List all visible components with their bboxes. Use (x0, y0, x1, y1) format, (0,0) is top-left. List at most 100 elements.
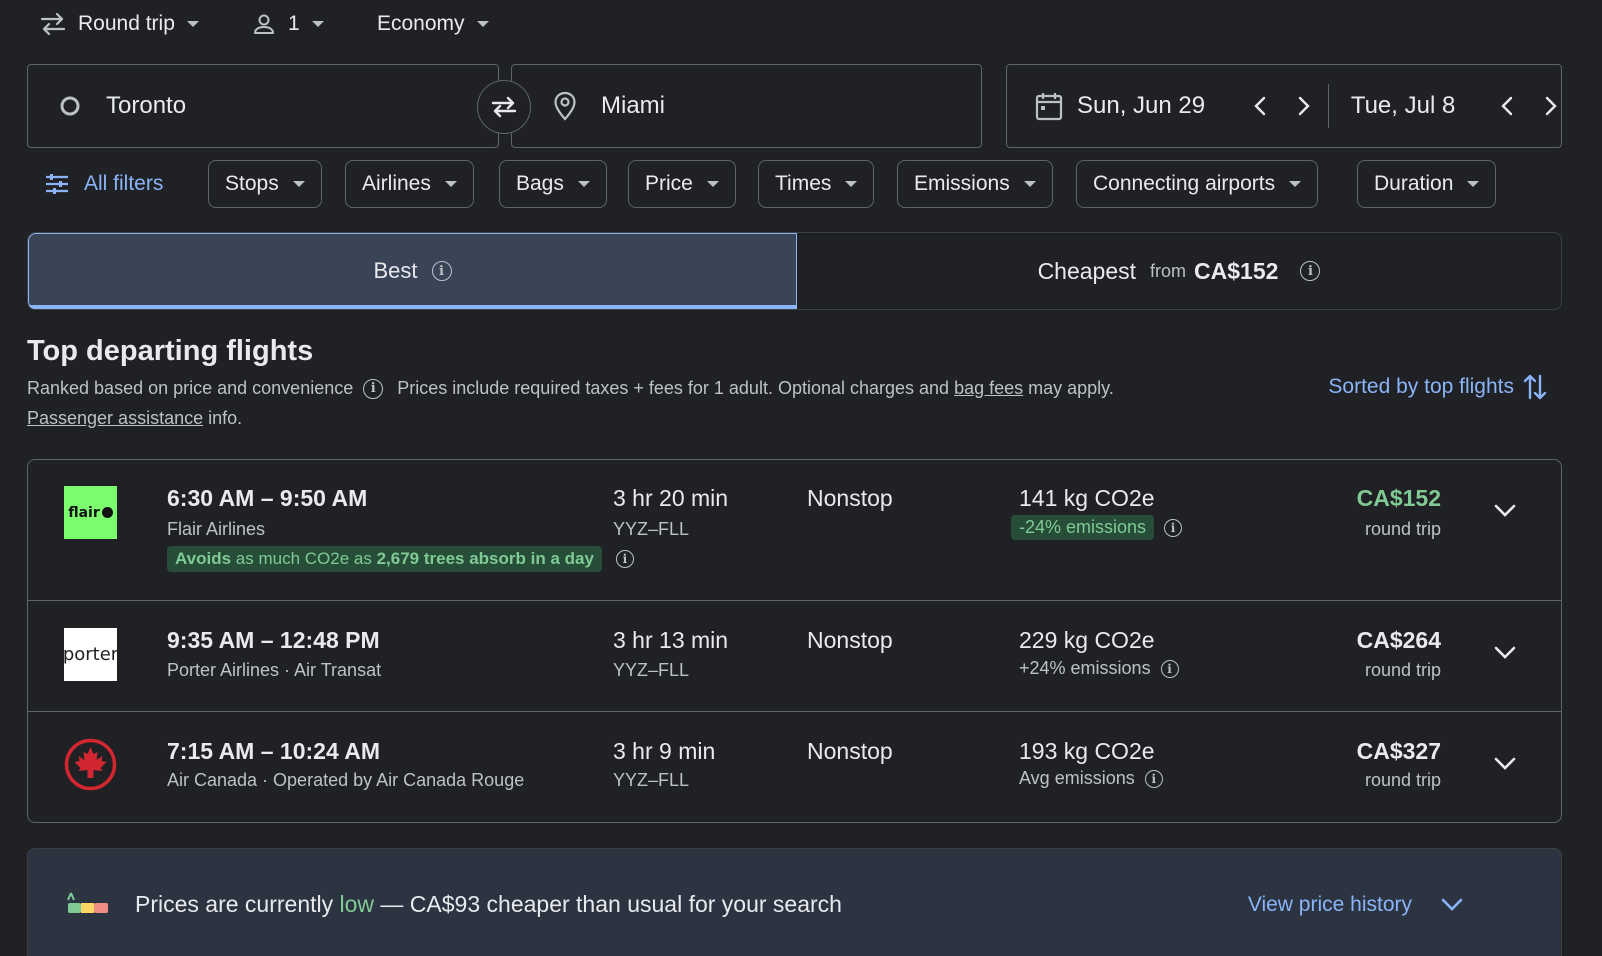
flight-times: 6:30 AM – 9:50 AM (167, 485, 368, 511)
depart-date[interactable]: Sun, Jun 29 (1077, 92, 1236, 120)
filter-chip-duration[interactable]: Duration (1357, 160, 1497, 208)
sort-button[interactable]: Sorted by top flights (1328, 372, 1548, 402)
price-level-icon (66, 891, 110, 917)
view-price-history-button[interactable]: View price history (1248, 893, 1464, 917)
all-filters-label: All filters (84, 172, 164, 195)
insight-prefix: Prices are currently (135, 891, 334, 917)
tab-cheapest-from: from (1150, 260, 1187, 281)
all-filters-button[interactable]: All filters (44, 160, 163, 208)
swap-arrows-icon (40, 13, 66, 35)
flight-stops: Nonstop (807, 485, 893, 511)
passenger-count: 1 (288, 12, 300, 35)
origin-field[interactable]: Toronto (27, 64, 499, 148)
chevron-down-icon (186, 21, 199, 27)
chevron-down-icon (292, 181, 305, 187)
tab-cheapest[interactable]: Cheapest from CA$152 i (797, 233, 1561, 309)
return-date[interactable]: Tue, Jul 8 (1351, 92, 1491, 120)
airline-name: Flair Airlines (167, 519, 266, 539)
section-subtitle: Ranked based on price and convenience i … (27, 378, 1114, 399)
passenger-assistance-link[interactable]: Passenger assistance (27, 408, 203, 428)
porter-airlines-logo: porter (63, 628, 118, 681)
passenger-selector[interactable]: 1 (252, 6, 324, 42)
info-icon[interactable]: i (1164, 518, 1183, 537)
filter-chip-stops[interactable]: Stops (208, 160, 322, 208)
chevron-down-icon (1493, 645, 1517, 661)
insight-suffix: — CA$93 cheaper than usual for your sear… (380, 891, 842, 917)
tab-cheapest-price: CA$152 (1194, 257, 1279, 284)
emissions-label: +24% emissions (1019, 658, 1151, 678)
person-icon (252, 12, 276, 36)
filter-chip-airlines[interactable]: Airlines (345, 160, 474, 208)
passenger-assistance-line: Passenger assistance info. (27, 408, 242, 429)
info-icon[interactable]: i (1300, 261, 1321, 281)
air-canada-logo (64, 738, 117, 791)
price-insight-card[interactable]: Prices are currently low — CA$93 cheaper… (27, 848, 1562, 956)
swap-locations-button[interactable] (477, 80, 531, 134)
flight-route: YYZ–FLL (613, 519, 690, 539)
flight-row[interactable]: porter 9:35 AM – 12:48 PM Porter Airline… (28, 601, 1561, 712)
expand-button[interactable] (1491, 639, 1519, 667)
flight-row[interactable]: flair 6:30 AM – 9:50 AM Flair Airlines A… (28, 460, 1561, 601)
return-prev-button[interactable] (1497, 94, 1519, 118)
filter-chip-price[interactable]: Price (628, 160, 736, 208)
filter-chip-label: Emissions (914, 172, 1010, 195)
price-insight-text: Prices are currently low — CA$93 cheaper… (135, 891, 842, 918)
filter-chip-emissions[interactable]: Emissions (897, 160, 1053, 208)
flight-times: 9:35 AM – 12:48 PM (167, 627, 380, 653)
chevron-down-icon (845, 181, 858, 187)
info-icon[interactable]: i (363, 378, 384, 399)
cabin-class-label: Economy (377, 12, 465, 35)
flight-stops: Nonstop (807, 738, 893, 764)
ranked-text: Ranked based on price and convenience (27, 378, 354, 398)
flair-airlines-logo: flair (64, 486, 117, 539)
filter-chip-bags[interactable]: Bags (499, 160, 607, 208)
flight-duration: 3 hr 20 min (613, 485, 729, 511)
emissions-savings-banner: Avoids as much CO2e as 2,679 trees absor… (167, 546, 634, 572)
info-icon[interactable]: i (431, 261, 452, 281)
return-next-button[interactable] (1539, 94, 1561, 118)
emissions-label: Avg emissions (1019, 768, 1135, 788)
insight-level: low (339, 891, 375, 917)
sort-arrows-icon (1522, 372, 1548, 402)
co2-amount: 141 kg CO2e (1019, 485, 1155, 511)
price-type: round trip (1364, 660, 1441, 680)
date-range-field[interactable]: Sun, Jun 29 Tue, Jul 8 (1006, 64, 1562, 148)
destination-field[interactable]: Miami (511, 64, 982, 148)
calendar-icon (1035, 91, 1063, 121)
chevron-down-icon (444, 181, 457, 187)
info-icon[interactable]: i (1160, 659, 1179, 678)
chevron-down-icon (1440, 897, 1464, 913)
origin-value: Toronto (106, 92, 187, 119)
filter-chip-times[interactable]: Times (758, 160, 875, 208)
filter-chip-label: Airlines (362, 172, 431, 195)
chevron-down-icon (1467, 181, 1480, 187)
filter-chip-label: Stops (225, 172, 279, 195)
expand-button[interactable] (1491, 497, 1519, 525)
sort-tabs: Best i Cheapest from CA$152 i (27, 232, 1562, 310)
origin-circle-icon (60, 96, 80, 116)
depart-prev-button[interactable] (1250, 94, 1272, 118)
depart-next-button[interactable] (1292, 94, 1314, 118)
flight-price: CA$152 (1356, 485, 1441, 511)
flight-price: CA$327 (1356, 738, 1441, 764)
flight-price: CA$264 (1356, 627, 1441, 653)
tab-best[interactable]: Best i (28, 233, 797, 309)
expand-button[interactable] (1491, 750, 1519, 778)
flight-times: 7:15 AM – 10:24 AM (167, 738, 381, 764)
location-pin-icon (553, 91, 577, 121)
chevron-down-icon (1289, 181, 1302, 187)
trip-type-selector[interactable]: Round trip (40, 6, 199, 42)
flight-route: YYZ–FLL (613, 770, 690, 790)
chevron-down-icon (311, 21, 324, 27)
cabin-class-selector[interactable]: Economy (377, 6, 489, 42)
trip-type-label: Round trip (78, 12, 175, 35)
filter-chip-connecting-airports[interactable]: Connecting airports (1076, 160, 1319, 208)
chevron-down-icon (1023, 181, 1036, 187)
flight-row[interactable]: 7:15 AM – 10:24 AM Air Canada · Operated… (28, 712, 1561, 822)
swap-arrows-icon (489, 95, 519, 119)
passenger-assistance-suffix: info. (208, 408, 243, 428)
destination-value: Miami (601, 92, 665, 119)
info-icon[interactable]: i (615, 550, 634, 568)
info-icon[interactable]: i (1144, 769, 1163, 788)
bag-fees-link[interactable]: bag fees (954, 378, 1023, 399)
